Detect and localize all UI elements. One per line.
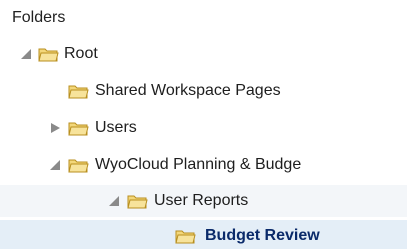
triangle-expanded-icon[interactable]: [107, 194, 121, 208]
tree-node-wyocloud-planning[interactable]: WyoCloud Planning & Budge: [0, 149, 407, 181]
folder-icon: [126, 192, 148, 210]
folders-panel: Folders Root Shared Workspace Pages User…: [0, 0, 407, 249]
folder-icon: [67, 119, 89, 137]
folder-icon: [67, 82, 89, 100]
triangle-collapsed-icon[interactable]: [48, 121, 62, 135]
folder-icon: [67, 156, 89, 174]
tree-node-root[interactable]: Root: [0, 38, 407, 70]
tree-node-label: User Reports: [154, 192, 249, 209]
tree-node-users[interactable]: Users: [0, 112, 407, 144]
tree-node-label: WyoCloud Planning & Budge: [95, 156, 302, 173]
tree-node-budget-review[interactable]: Budget Review: [0, 220, 407, 249]
tree-node-label: Users: [95, 119, 137, 136]
tree-node-label: Root: [64, 45, 98, 62]
tree-node-label: Budget Review: [205, 227, 320, 244]
tree-node-label: Shared Workspace Pages: [95, 82, 281, 99]
folder-icon: [37, 45, 59, 63]
panel-title: Folders: [12, 9, 66, 26]
folder-icon: [174, 227, 196, 245]
triangle-expanded-icon[interactable]: [48, 158, 62, 172]
tree-node-user-reports[interactable]: User Reports: [0, 185, 407, 217]
tree-node-shared-workspace-pages[interactable]: Shared Workspace Pages: [0, 75, 407, 107]
triangle-expanded-icon[interactable]: [19, 47, 33, 61]
